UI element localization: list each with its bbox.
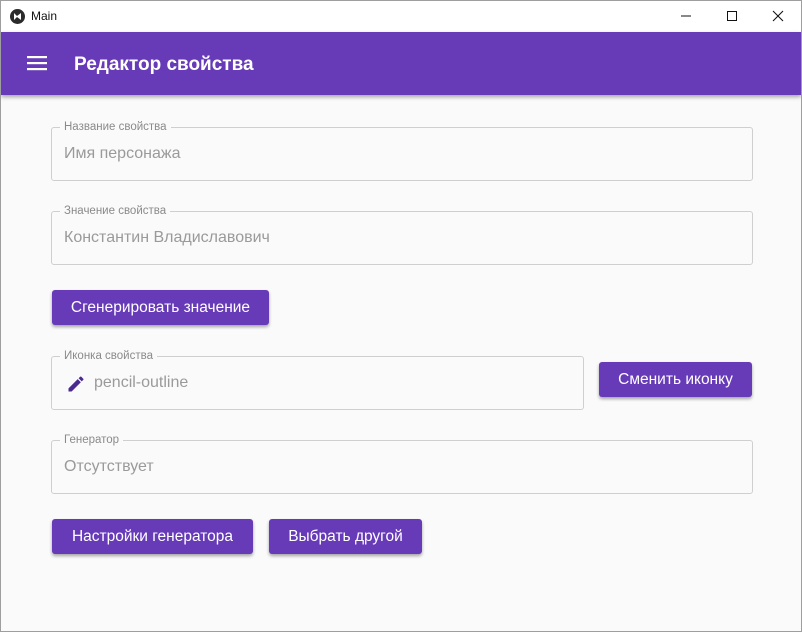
window-titlebar: Main bbox=[1, 1, 801, 32]
generate-value-button[interactable]: Сгенерировать значение bbox=[52, 290, 269, 325]
property-icon-value: pencil-outline bbox=[94, 374, 189, 391]
generator-field[interactable]: Генератор Отсутствует bbox=[51, 433, 753, 494]
change-icon-button[interactable]: Сменить иконку bbox=[599, 362, 752, 397]
window-title: Main bbox=[31, 9, 58, 23]
property-name-label: Название свойства bbox=[60, 120, 171, 134]
property-icon-label: Иконка свойства bbox=[60, 349, 157, 363]
generator-settings-button[interactable]: Настройки генератора bbox=[52, 519, 253, 554]
property-value-label: Значение свойства bbox=[60, 204, 171, 218]
menu-icon[interactable] bbox=[27, 55, 47, 71]
property-name-field[interactable]: Название свойства Имя персонажа bbox=[51, 120, 753, 181]
close-button[interactable] bbox=[755, 1, 801, 31]
maximize-button[interactable] bbox=[709, 1, 755, 31]
top-app-bar: Редактор свойства bbox=[1, 32, 801, 95]
choose-other-button[interactable]: Выбрать другой bbox=[269, 519, 422, 554]
property-icon-field[interactable]: Иконка свойства pencil-outline bbox=[51, 349, 584, 410]
minimize-button[interactable] bbox=[663, 1, 709, 31]
kivy-logo-icon bbox=[10, 9, 25, 24]
pencil-icon bbox=[66, 374, 86, 394]
property-value-field[interactable]: Значение свойства Константин Владиславов… bbox=[51, 204, 753, 265]
app-window: Main Редактор свойства Название свойства… bbox=[0, 0, 802, 632]
generator-value: Отсутствует bbox=[64, 458, 154, 475]
property-name-value: Имя персонажа bbox=[64, 145, 181, 162]
property-value-value: Константин Владиславович bbox=[64, 229, 270, 246]
generator-label: Генератор bbox=[60, 433, 124, 447]
page-title: Редактор свойства bbox=[74, 54, 254, 75]
